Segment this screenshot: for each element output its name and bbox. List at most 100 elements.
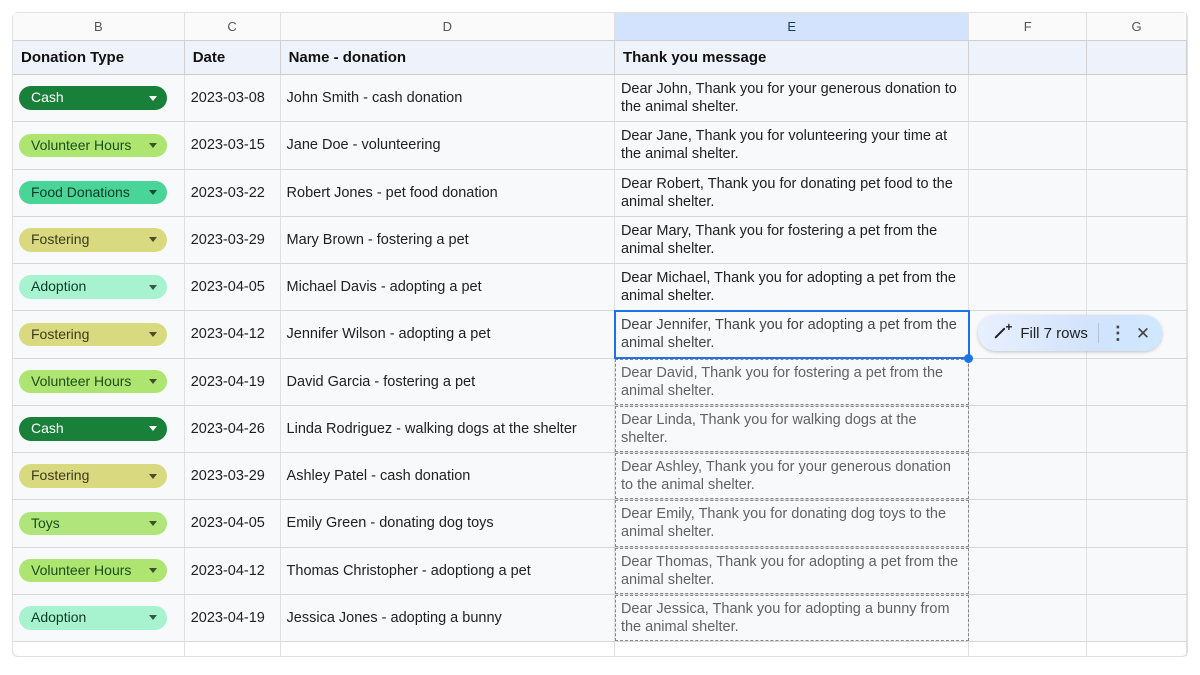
name-donation-cell[interactable]: David Garcia - fostering a pet	[281, 359, 615, 405]
empty-cell[interactable]	[969, 217, 1087, 263]
empty-cell[interactable]	[185, 642, 281, 656]
empty-cell[interactable]	[1087, 122, 1187, 168]
thank-you-message-cell[interactable]: Dear Robert, Thank you for donating pet …	[615, 170, 969, 216]
empty-cell[interactable]	[1087, 264, 1187, 310]
donation-type-cell[interactable]: Adoption	[13, 595, 185, 641]
donation-type-chip[interactable]: Volunteer Hours	[19, 134, 167, 158]
header-empty-f[interactable]	[969, 41, 1087, 74]
column-letter-d[interactable]: D	[281, 13, 615, 40]
thank-you-message-cell[interactable]: Dear Emily, Thank you for donating dog t…	[615, 500, 969, 546]
donation-type-cell[interactable]: Fostering	[13, 217, 185, 263]
column-letter-c[interactable]: C	[185, 13, 281, 40]
date-cell[interactable]: 2023-04-05	[185, 264, 281, 310]
empty-cell[interactable]	[1087, 548, 1187, 594]
column-letter-g[interactable]: G	[1087, 13, 1187, 40]
thank-you-message-cell[interactable]: Dear Linda, Thank you for walking dogs a…	[615, 406, 969, 452]
donation-type-chip[interactable]: Fostering	[19, 464, 167, 488]
thank-you-message-cell[interactable]: Dear David, Thank you for fostering a pe…	[615, 359, 969, 405]
donation-type-cell[interactable]: Toys	[13, 500, 185, 546]
header-name-donation[interactable]: Name - donation	[281, 41, 615, 74]
empty-cell[interactable]	[1087, 453, 1187, 499]
name-donation-cell[interactable]: Robert Jones - pet food donation	[281, 170, 615, 216]
empty-cell[interactable]	[615, 642, 969, 656]
donation-type-chip[interactable]: Fostering	[19, 228, 167, 252]
empty-cell[interactable]	[969, 500, 1087, 546]
header-donation-type[interactable]: Donation Type	[13, 41, 185, 74]
fill-rows-button[interactable]: Fill 7 rows	[1020, 325, 1088, 342]
thank-you-message-cell[interactable]: Dear Ashley, Thank you for your generous…	[615, 453, 969, 499]
donation-type-cell[interactable]: Volunteer Hours	[13, 548, 185, 594]
name-donation-cell[interactable]: Jane Doe - volunteering	[281, 122, 615, 168]
selection-handle[interactable]	[964, 354, 973, 363]
name-donation-cell[interactable]: Linda Rodriguez - walking dogs at the sh…	[281, 406, 615, 452]
empty-cell[interactable]	[969, 122, 1087, 168]
date-cell[interactable]: 2023-03-15	[185, 122, 281, 168]
date-cell[interactable]: 2023-04-12	[185, 548, 281, 594]
empty-cell[interactable]	[1087, 642, 1187, 656]
empty-cell[interactable]	[1087, 359, 1187, 405]
empty-cell[interactable]	[281, 642, 615, 656]
donation-type-cell[interactable]: Fostering	[13, 311, 185, 357]
donation-type-chip[interactable]: Adoption	[19, 606, 167, 630]
empty-cell[interactable]	[1087, 595, 1187, 641]
date-cell[interactable]: 2023-04-12	[185, 311, 281, 357]
header-empty-g[interactable]	[1087, 41, 1187, 74]
donation-type-chip[interactable]: Toys	[19, 512, 167, 536]
thank-you-message-cell[interactable]: Dear Michael, Thank you for adopting a p…	[615, 264, 969, 310]
empty-cell[interactable]	[969, 264, 1087, 310]
date-cell[interactable]: 2023-03-22	[185, 170, 281, 216]
donation-type-cell[interactable]: Cash	[13, 406, 185, 452]
date-cell[interactable]: 2023-04-05	[185, 500, 281, 546]
empty-cell[interactable]	[969, 453, 1087, 499]
name-donation-cell[interactable]: John Smith - cash donation	[281, 75, 615, 121]
name-donation-cell[interactable]: Jennifer Wilson - adopting a pet	[281, 311, 615, 357]
empty-cell[interactable]	[969, 170, 1087, 216]
empty-cell[interactable]	[969, 548, 1087, 594]
column-letter-f[interactable]: F	[969, 13, 1087, 40]
thank-you-message-cell[interactable]: Dear Jessica, Thank you for adopting a b…	[615, 595, 969, 641]
name-donation-cell[interactable]: Jessica Jones - adopting a bunny	[281, 595, 615, 641]
header-thank-you-message[interactable]: Thank you message	[615, 41, 969, 74]
empty-cell[interactable]	[1087, 406, 1187, 452]
name-donation-cell[interactable]: Michael Davis - adopting a pet	[281, 264, 615, 310]
thank-you-message-cell[interactable]: Dear Mary, Thank you for fostering a pet…	[615, 217, 969, 263]
thank-you-message-cell[interactable]: Dear Thomas, Thank you for adopting a pe…	[615, 548, 969, 594]
empty-cell[interactable]	[1087, 75, 1187, 121]
donation-type-chip[interactable]: Cash	[19, 417, 167, 441]
name-donation-cell[interactable]: Mary Brown - fostering a pet	[281, 217, 615, 263]
column-letter-b[interactable]: B	[13, 13, 185, 40]
header-date[interactable]: Date	[185, 41, 281, 74]
date-cell[interactable]: 2023-03-08	[185, 75, 281, 121]
name-donation-cell[interactable]: Thomas Christopher - adoptiong a pet	[281, 548, 615, 594]
date-cell[interactable]: 2023-04-26	[185, 406, 281, 452]
column-letter-e[interactable]: E	[615, 13, 969, 40]
date-cell[interactable]: 2023-03-29	[185, 453, 281, 499]
donation-type-cell[interactable]: Adoption	[13, 264, 185, 310]
more-options-button[interactable]: ⋮	[1109, 324, 1126, 342]
thank-you-message-cell[interactable]: Dear Jane, Thank you for volunteering yo…	[615, 122, 969, 168]
empty-cell[interactable]	[1087, 170, 1187, 216]
empty-cell[interactable]	[969, 595, 1087, 641]
empty-cell[interactable]	[969, 642, 1087, 656]
donation-type-chip[interactable]: Adoption	[19, 275, 167, 299]
empty-cell[interactable]	[1087, 500, 1187, 546]
date-cell[interactable]: 2023-04-19	[185, 595, 281, 641]
donation-type-cell[interactable]: Volunteer Hours	[13, 359, 185, 405]
empty-cell[interactable]	[969, 406, 1087, 452]
close-button[interactable]: ✕	[1136, 325, 1150, 342]
empty-cell[interactable]	[1087, 217, 1187, 263]
donation-type-cell[interactable]: Food Donations	[13, 170, 185, 216]
empty-cell[interactable]	[969, 75, 1087, 121]
donation-type-cell[interactable]: Fostering	[13, 453, 185, 499]
empty-cell[interactable]	[969, 359, 1087, 405]
donation-type-chip[interactable]: Food Donations	[19, 181, 167, 205]
donation-type-cell[interactable]: Cash	[13, 75, 185, 121]
thank-you-message-cell[interactable]: Dear John, Thank you for your generous d…	[615, 75, 969, 121]
donation-type-chip[interactable]: Fostering	[19, 323, 167, 347]
donation-type-cell[interactable]: Volunteer Hours	[13, 122, 185, 168]
thank-you-message-cell[interactable]: Dear Jennifer, Thank you for adopting a …	[615, 311, 969, 357]
name-donation-cell[interactable]: Emily Green - donating dog toys	[281, 500, 615, 546]
date-cell[interactable]: 2023-03-29	[185, 217, 281, 263]
date-cell[interactable]: 2023-04-19	[185, 359, 281, 405]
donation-type-chip[interactable]: Volunteer Hours	[19, 559, 167, 583]
